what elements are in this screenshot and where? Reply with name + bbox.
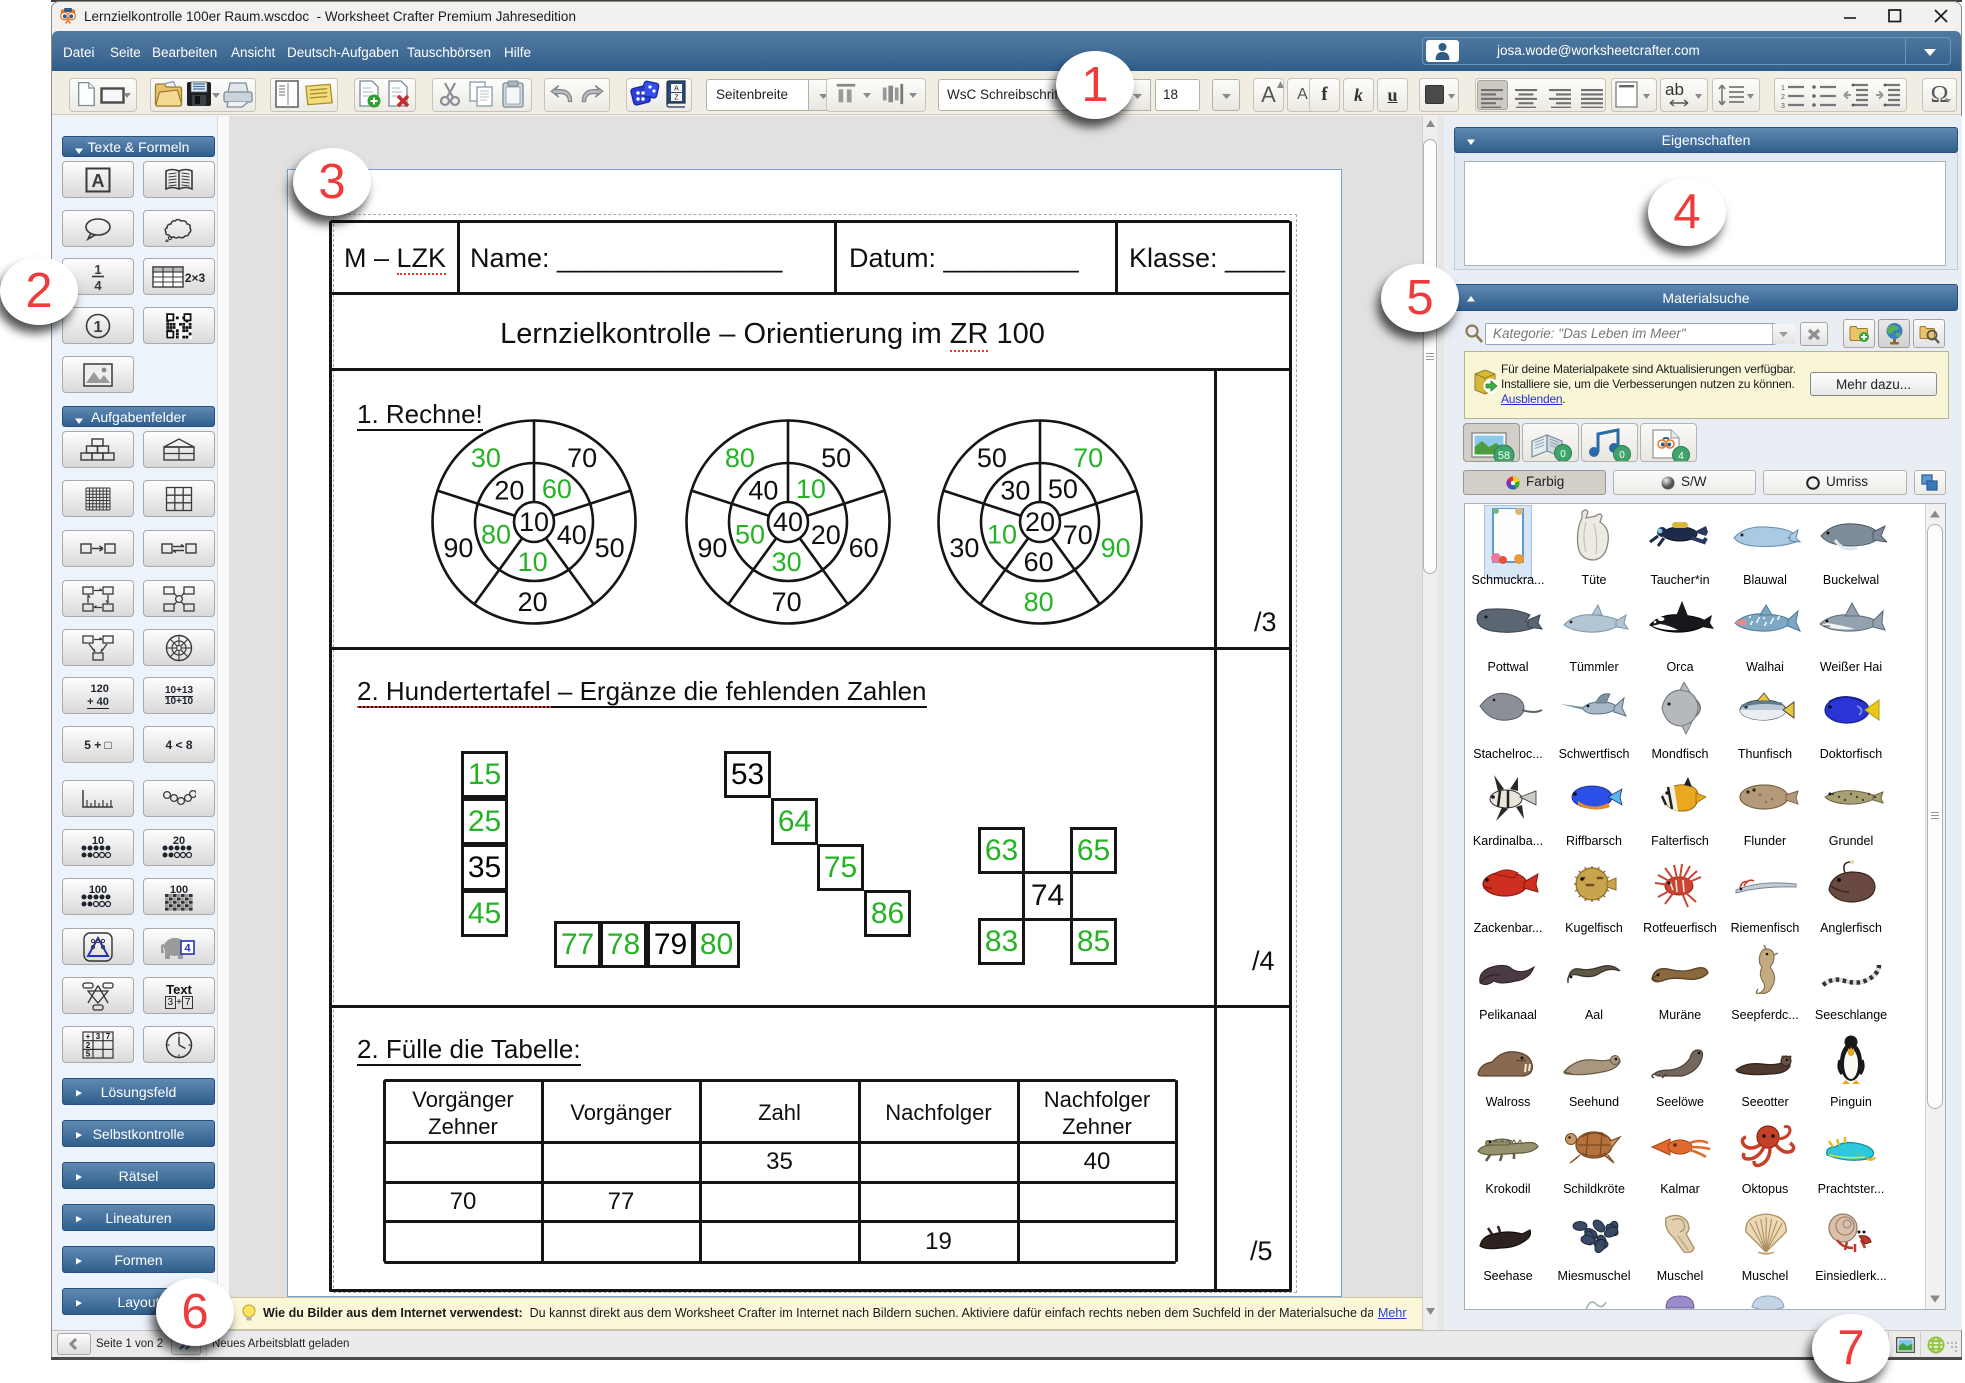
svg-text:90: 90 — [1101, 533, 1131, 563]
svg-text:80: 80 — [481, 519, 511, 549]
svg-text:80: 80 — [725, 443, 755, 473]
svg-text:10: 10 — [796, 474, 826, 504]
svg-text:0: 0 — [1619, 450, 1625, 461]
svg-text:50: 50 — [821, 443, 851, 473]
svg-text:20: 20 — [811, 520, 841, 550]
svg-text:10: 10 — [518, 547, 548, 577]
svg-text:20: 20 — [173, 835, 185, 847]
svg-text:40: 40 — [773, 507, 803, 537]
svg-text:4: 4 — [1678, 451, 1684, 461]
svg-text:70: 70 — [1073, 443, 1103, 473]
svg-text:60: 60 — [1024, 547, 1054, 577]
svg-text:70: 70 — [1063, 520, 1093, 550]
svg-text:20: 20 — [1025, 507, 1055, 537]
svg-text:1: 1 — [94, 319, 103, 336]
svg-text:30: 30 — [772, 547, 802, 577]
svg-text:2×3: 2×3 — [185, 271, 206, 285]
svg-text:58: 58 — [1498, 450, 1510, 461]
svg-text:3: 3 — [96, 1032, 101, 1041]
svg-text:50: 50 — [595, 533, 625, 563]
svg-text:40: 40 — [557, 520, 587, 550]
svg-text:50: 50 — [977, 443, 1007, 473]
svg-text:30: 30 — [471, 443, 501, 473]
svg-text:70: 70 — [772, 587, 802, 617]
svg-text:80: 80 — [1024, 587, 1054, 617]
svg-text:4: 4 — [94, 278, 102, 292]
svg-text:1: 1 — [1781, 85, 1785, 92]
svg-text:60: 60 — [849, 533, 879, 563]
svg-text:1: 1 — [94, 262, 101, 277]
svg-text:5: 5 — [86, 1049, 91, 1058]
svg-text:A: A — [674, 86, 679, 93]
svg-text:4: 4 — [184, 942, 191, 954]
svg-text:+: + — [86, 1032, 91, 1041]
svg-text:20: 20 — [518, 587, 548, 617]
svg-text:90: 90 — [697, 533, 727, 563]
svg-text:7: 7 — [106, 1032, 111, 1041]
svg-text:10: 10 — [92, 835, 104, 847]
svg-text:30: 30 — [1000, 476, 1030, 506]
svg-text:10: 10 — [519, 507, 549, 537]
svg-text:50: 50 — [1048, 474, 1078, 504]
svg-text:70: 70 — [567, 443, 597, 473]
svg-text:50: 50 — [735, 519, 765, 549]
svg-text:20: 20 — [494, 476, 524, 506]
svg-text:A: A — [92, 171, 105, 191]
svg-text:100: 100 — [89, 884, 107, 896]
svg-text:3: 3 — [1781, 103, 1785, 108]
svg-text:30: 30 — [949, 533, 979, 563]
svg-text:60: 60 — [542, 474, 572, 504]
svg-text:40: 40 — [748, 476, 778, 506]
svg-text:2: 2 — [1781, 94, 1785, 101]
svg-text:Z: Z — [674, 95, 679, 102]
svg-text:10: 10 — [987, 519, 1017, 549]
svg-text:90: 90 — [443, 533, 473, 563]
svg-text:0: 0 — [1560, 449, 1566, 460]
